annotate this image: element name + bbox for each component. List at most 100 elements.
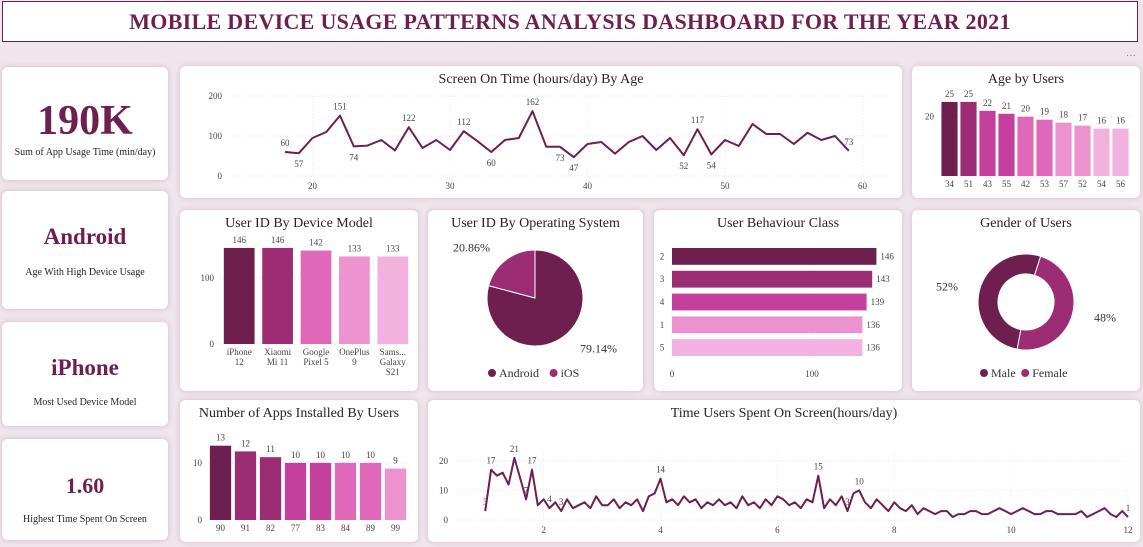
x-tick-label: 12 [1124, 525, 1133, 535]
x-tick-label: 8 [892, 525, 897, 535]
slice-label: 52% [936, 279, 958, 293]
legend-label: iOS [561, 366, 580, 380]
y-tick-label: 20 [925, 112, 935, 122]
x-category-label: 53 [1040, 179, 1050, 189]
bar-value-label: 10 [316, 450, 326, 460]
data-label: 15 [814, 462, 824, 472]
bar [309, 462, 332, 520]
x-category-label: 82 [266, 523, 275, 533]
data-label: 3 [483, 497, 488, 507]
bar [262, 247, 293, 344]
y-tick-label: 0 [218, 171, 223, 181]
bar [339, 256, 370, 344]
data-label: 52 [679, 161, 688, 171]
bar [941, 101, 958, 176]
bar [672, 293, 867, 311]
bar [1074, 125, 1091, 176]
bar-value-label: 16 [1097, 116, 1107, 126]
series-line [284, 110, 850, 159]
apps-installed-chart: 0101390129111821077108310841089999 [193, 433, 408, 533]
x-category-label: 42 [1021, 179, 1030, 189]
y-category-label: 4 [660, 297, 665, 307]
kpi-card-app-usage[interactable]: 190K Sum of App Usage Time (min/day) [2, 67, 168, 180]
legend-label: Male [991, 366, 1016, 380]
behaviour-bar-chart: 0 100 146 2 143 3 139 4 136 1 136 5 [660, 246, 894, 379]
bar [284, 462, 307, 520]
card-age-by-users[interactable]: Age by Users 20 25 34 25 51 22 43 21 55 20 42 19 53 1… [912, 66, 1140, 198]
bar [259, 457, 282, 520]
bar [234, 451, 257, 520]
legend-marker [549, 369, 558, 377]
kpi-card-screen-time[interactable]: 1.60 Highest Time Spent On Screen [2, 439, 168, 540]
bar [359, 462, 382, 520]
x-category-label: 90 [216, 523, 226, 533]
data-label: 60 [281, 138, 291, 148]
x-category-label: 54 [1097, 179, 1107, 189]
data-label: 1 [1126, 503, 1131, 513]
card-operating-system[interactable]: User ID By Operating System 79.14% 20.86%… [428, 210, 643, 391]
bar [1017, 116, 1034, 176]
bar [672, 316, 863, 334]
y-category-label: 3 [660, 274, 665, 284]
bar-value-label: 13 [216, 433, 226, 443]
bar [209, 445, 232, 520]
bar-value-label: 12 [241, 438, 250, 448]
data-label: 112 [457, 117, 470, 127]
card-device-model[interactable]: User ID By Device Model 0 100 146 iPhone 12 1… [180, 210, 418, 391]
bar-value-label: 19 [1040, 107, 1050, 117]
x-category-label: 91 [241, 523, 250, 533]
data-label: 14 [656, 465, 666, 475]
bar [960, 101, 977, 176]
x-tick-label: 6 [775, 525, 780, 535]
legend-marker [980, 369, 988, 377]
x-category-label: OnePlus [339, 347, 370, 357]
bar [223, 247, 255, 344]
slice-label: 79.14% [580, 342, 617, 356]
slice-label: 20.86% [453, 240, 490, 254]
x-category-label: 34 [945, 179, 955, 189]
x-category-label: 55 [1002, 179, 1012, 189]
card-screen-on-time[interactable]: Screen On Time (hours/day) By Age 0 100 20… [180, 66, 902, 198]
card-time-on-screen[interactable]: Time Users Spent On Screen(hours/day) 01… [428, 400, 1140, 542]
bar [672, 339, 863, 356]
series-line [484, 456, 1129, 518]
y-category-label: 2 [660, 251, 665, 261]
data-label: 162 [526, 97, 540, 107]
card-behaviour-class[interactable]: User Behaviour Class 0 100 146 2 143 3 139 4 136… [654, 210, 902, 391]
bar [1055, 122, 1072, 176]
y-tick-label: 100 [209, 131, 223, 141]
data-label: 73 [556, 153, 566, 163]
x-category-label: Galaxy [380, 357, 406, 367]
gender-donut-chart: 52% 48% Male Female [936, 253, 1116, 380]
x-category-label: 9 [352, 357, 357, 367]
card-apps-installed[interactable]: Number of Apps Installed By Users 0 10 13 9… [180, 400, 418, 542]
card-gender[interactable]: Gender of Users 52% 48% Male Female [912, 210, 1140, 391]
x-tick-label: 2 [541, 525, 546, 535]
x-category-label: 43 [983, 179, 993, 189]
kpi-label: Age With High Device Usage [25, 267, 145, 278]
bar [672, 270, 873, 288]
bar-value-label: 9 [393, 456, 398, 466]
x-tick-label: 50 [721, 181, 731, 191]
bar-value-label: 142 [309, 238, 323, 248]
x-category-label: 99 [391, 523, 401, 533]
x-category-label: iPhone [227, 347, 252, 357]
data-label: 57 [294, 159, 304, 169]
data-label: 4 [547, 494, 552, 504]
bar-value-label: 10 [341, 450, 351, 460]
kpi-card-age-high-usage[interactable]: Android Age With High Device Usage [2, 191, 168, 309]
x-category-label: Xiaomi [264, 347, 291, 357]
age-by-users-chart: 20 25 34 25 51 22 43 21 55 20 42 19 53 18 57 17 52 16 54 16… [925, 89, 1130, 189]
kpi-label: Highest Time Spent On Screen [23, 514, 147, 525]
legend-marker [488, 369, 496, 377]
y-tick-label: 0 [210, 339, 215, 349]
x-category-label: 51 [964, 179, 973, 189]
data-label: 60 [487, 158, 497, 168]
bar-value-label: 25 [964, 89, 974, 99]
more-options-icon[interactable]: … [1126, 48, 1137, 59]
bar-value-label: 10 [291, 450, 301, 460]
bar-value-label: 20 [1021, 104, 1031, 114]
x-category-label: 84 [341, 523, 351, 533]
x-tick-label: 40 [583, 181, 593, 191]
kpi-card-device-model[interactable]: iPhone Most Used Device Model [2, 322, 168, 426]
